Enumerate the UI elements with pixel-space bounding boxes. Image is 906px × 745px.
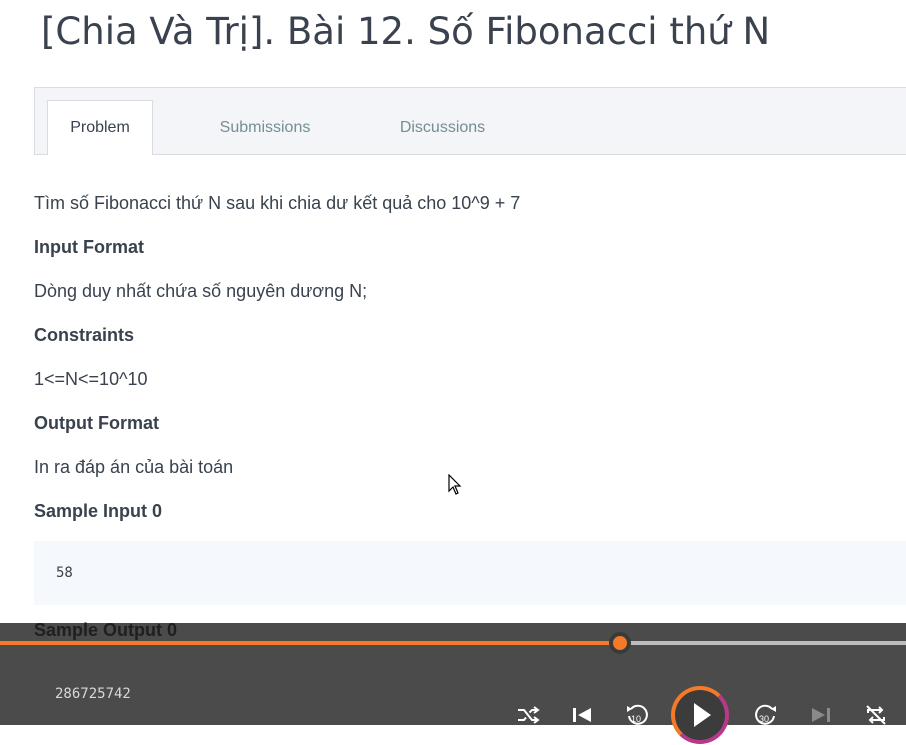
forward-30-button[interactable]: 30	[751, 700, 781, 730]
skip-next-icon	[812, 708, 830, 722]
problem-statement: Tìm số Fibonacci thứ N sau khi chia dư k…	[34, 193, 521, 213]
skip-next-button[interactable]	[806, 700, 836, 730]
forward-30-icon: 30	[755, 704, 776, 725]
tab-bar: Problem Submissions Discussions	[34, 87, 906, 155]
seek-handle[interactable]	[608, 632, 631, 654]
seek-progress	[0, 641, 620, 645]
input-format-text: Dòng duy nhất chứa số nguyên dương N;	[34, 281, 368, 301]
tab-discussions-label: Discussions	[399, 118, 486, 136]
shuffle-button[interactable]	[513, 700, 543, 730]
sample-input-block: 58	[34, 541, 906, 605]
repeat-off-icon	[866, 705, 886, 725]
skip-previous-button[interactable]	[567, 700, 597, 730]
sample-output-value: 286725742	[55, 686, 131, 702]
tab-submissions-label: Submissions	[219, 118, 311, 136]
rewind-10-label: 10	[631, 714, 641, 724]
constraints-text: 1<=N<=10^10	[34, 369, 148, 389]
forward-30-label: 30	[759, 714, 769, 724]
input-format-heading: Input Format	[34, 237, 144, 257]
tab-submissions[interactable]: Submissions	[200, 100, 330, 155]
skip-previous-icon	[573, 708, 591, 722]
sample-output-heading: Sample Output 0	[34, 620, 178, 640]
play-button[interactable]	[671, 686, 729, 744]
output-format-heading: Output Format	[34, 413, 159, 433]
rewind-10-icon: 10	[627, 704, 648, 725]
tab-problem[interactable]: Problem	[47, 100, 153, 155]
repeat-button[interactable]	[861, 700, 891, 730]
tab-discussions[interactable]: Discussions	[380, 100, 505, 155]
sample-input-heading: Sample Input 0	[34, 501, 163, 521]
sample-input-value: 58	[56, 565, 73, 581]
mouse-cursor-icon	[448, 474, 462, 495]
output-format-text: In ra đáp án của bài toán	[34, 457, 234, 477]
rewind-10-button[interactable]: 10	[622, 700, 652, 730]
play-icon	[694, 703, 711, 727]
tab-problem-label: Problem	[70, 119, 130, 136]
shuffle-icon	[518, 706, 540, 724]
constraints-heading: Constraints	[34, 325, 135, 345]
page-title: [Chia Và Trị]. Bài 12. Số Fibonacci thứ …	[41, 10, 771, 53]
